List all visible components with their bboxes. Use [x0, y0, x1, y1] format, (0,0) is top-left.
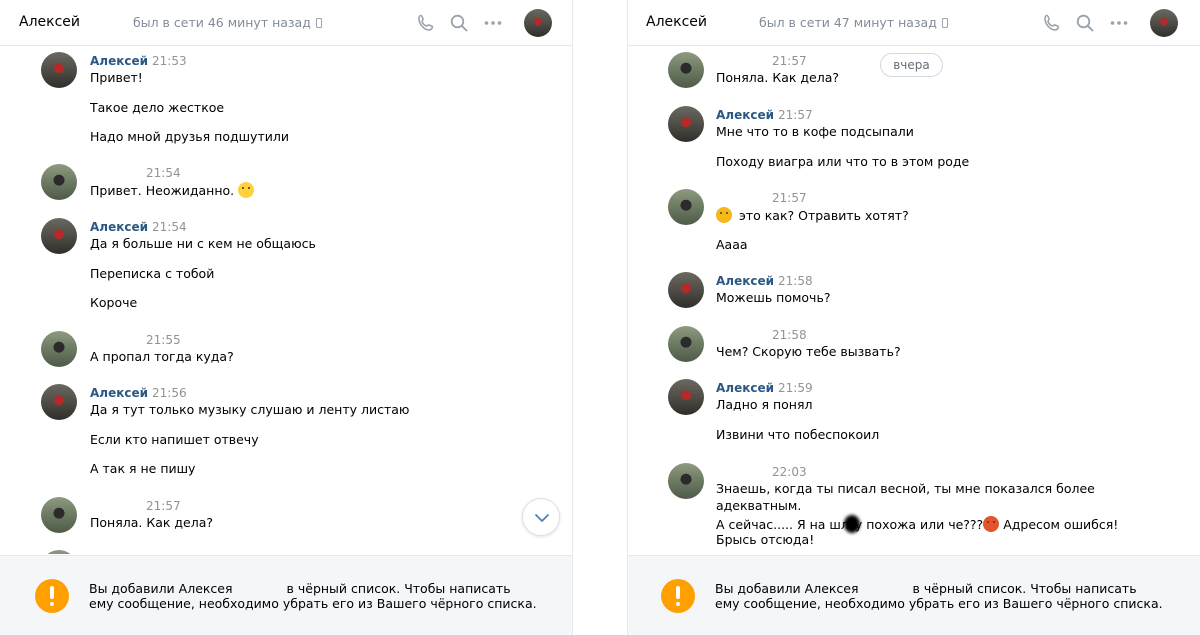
avatar[interactable]	[668, 189, 704, 225]
message-text: Надо мной друзья подшутили	[90, 129, 289, 144]
avatar[interactable]	[668, 326, 704, 362]
chat-panel-right: Алексей был в сети 47 минут назад 21:57 …	[627, 0, 1200, 635]
message-text: Чем? Скорую тебе вызвать?	[716, 344, 901, 359]
warning-icon	[661, 579, 695, 613]
chevron-down-icon	[535, 514, 549, 522]
message-author[interactable]: Алексей	[90, 386, 148, 400]
message-author[interactable]: Алексей	[716, 381, 774, 395]
message-text: Аааа	[716, 236, 748, 252]
message-text: Привет!	[90, 70, 143, 85]
header-avatar[interactable]	[524, 9, 552, 37]
more-icon[interactable]	[483, 13, 503, 33]
message-text: Извини что побеспокоил	[716, 426, 880, 442]
message-author[interactable]: Алексей	[90, 220, 148, 234]
avatar[interactable]	[41, 384, 77, 420]
message-list[interactable]: 21:57 Поняла. Как дела? Алексей 21:57 Мне…	[628, 46, 1200, 554]
upside-down-face-icon	[716, 207, 732, 223]
message-time: 21:58	[778, 274, 813, 288]
message-text: А так я не пишу	[90, 461, 196, 476]
message-text: Переписка с тобой	[90, 265, 215, 281]
message-text: Поняла. Как дела?	[716, 70, 840, 85]
avatar[interactable]	[41, 550, 77, 554]
blacklist-notice: Вы добавили Алексея в чёрный список. Чтоб…	[628, 555, 1200, 635]
online-status: был в сети 47 минут назад	[759, 15, 948, 30]
message-time: 21:59	[778, 381, 813, 395]
message-time: 21:58	[772, 328, 807, 342]
message-text: Мне что то в кофе подсыпали	[716, 124, 914, 139]
blacklist-notice: Вы добавили Алексея в чёрный список. Чтоб…	[0, 555, 572, 635]
avatar[interactable]	[668, 463, 704, 499]
message-text: Поняла. Как дела?	[90, 515, 214, 530]
message-text: Да я больше ни с кем не общаюсь	[90, 236, 316, 251]
contact-name[interactable]: Алексей	[646, 14, 707, 30]
message-text: Да я тут только музыку слушаю и ленту ли…	[90, 402, 410, 417]
search-icon[interactable]	[449, 13, 469, 33]
header-avatar[interactable]	[1150, 9, 1178, 37]
message-time: 21:55	[146, 333, 181, 347]
phone-icon[interactable]	[1042, 13, 1062, 33]
message-time: 21:57	[772, 54, 807, 68]
message-time: 22:03	[772, 465, 807, 479]
message-author[interactable]: Алексей	[716, 274, 774, 288]
chat-header: Алексей был в сети 46 минут назад	[0, 0, 572, 46]
avatar[interactable]	[41, 218, 77, 254]
mobile-device-icon	[315, 18, 322, 28]
message-author[interactable]: Алексей	[90, 54, 148, 68]
avatar[interactable]	[41, 331, 77, 367]
search-icon[interactable]	[1075, 13, 1095, 33]
message-text: Короче	[90, 295, 138, 310]
message-text: Привет. Неожиданно.	[90, 182, 255, 212]
notice-text: Вы добавили Алексея в чёрный список. Чтоб…	[89, 581, 537, 611]
redaction-blot	[843, 515, 860, 533]
chat-header: Алексей был в сети 47 минут назад	[628, 0, 1200, 46]
avatar[interactable]	[41, 497, 77, 533]
avatar[interactable]	[668, 106, 704, 142]
message-author[interactable]: Алексей	[716, 108, 774, 122]
avatar[interactable]	[41, 52, 77, 88]
avatar[interactable]	[41, 164, 77, 200]
message-text: Знаешь, когда ты писал весной, ты мне по…	[716, 481, 1095, 496]
more-icon[interactable]	[1109, 13, 1129, 33]
warning-icon	[35, 579, 69, 613]
message-time: 21:57	[772, 191, 807, 205]
phone-icon[interactable]	[416, 13, 436, 33]
avatar[interactable]	[668, 272, 704, 308]
message-text: Брысь отсюда!	[716, 532, 815, 547]
message-time: 21:53	[152, 54, 187, 68]
date-divider[interactable]: вчера	[880, 53, 943, 77]
thinking-face-icon	[238, 182, 255, 198]
avatar[interactable]	[668, 52, 704, 88]
message-time: 21:54	[146, 166, 181, 180]
chat-panel-left: Алексей был в сети 46 минут назад Алексе…	[0, 0, 573, 635]
notice-text: Вы добавили Алексея в чёрный список. Чтоб…	[715, 581, 1163, 611]
message-text: Можешь помочь?	[716, 290, 831, 305]
message-text: Походу виагра или что то в этом роде	[716, 153, 970, 169]
scroll-down-button[interactable]	[522, 498, 560, 536]
message-text: это как? Отравить хотят?	[716, 207, 909, 237]
mobile-device-icon	[941, 18, 948, 28]
message-text: Ладно я понял	[716, 397, 813, 412]
panel-separator	[573, 0, 627, 635]
message-text: А сейчас..... Я на шл у похожа или че??? …	[716, 515, 1119, 533]
message-text: адекватным.	[716, 498, 802, 513]
message-time: 21:54	[152, 220, 187, 234]
message-text: Если кто напишет отвечу	[90, 431, 259, 447]
message-time: 21:56	[152, 386, 187, 400]
message-text: А пропал тогда куда?	[90, 349, 234, 364]
message-list[interactable]: Алексей 21:53 Привет! Такое дело жесткое …	[0, 46, 572, 554]
online-status: был в сети 46 минут назад	[133, 15, 322, 30]
message-time: 21:57	[146, 499, 181, 513]
message-text: Такое дело жесткое	[90, 99, 225, 115]
contact-name[interactable]: Алексей	[19, 14, 80, 30]
angry-face-icon	[983, 516, 1000, 532]
message-time: 21:57	[778, 108, 813, 122]
avatar[interactable]	[668, 379, 704, 415]
